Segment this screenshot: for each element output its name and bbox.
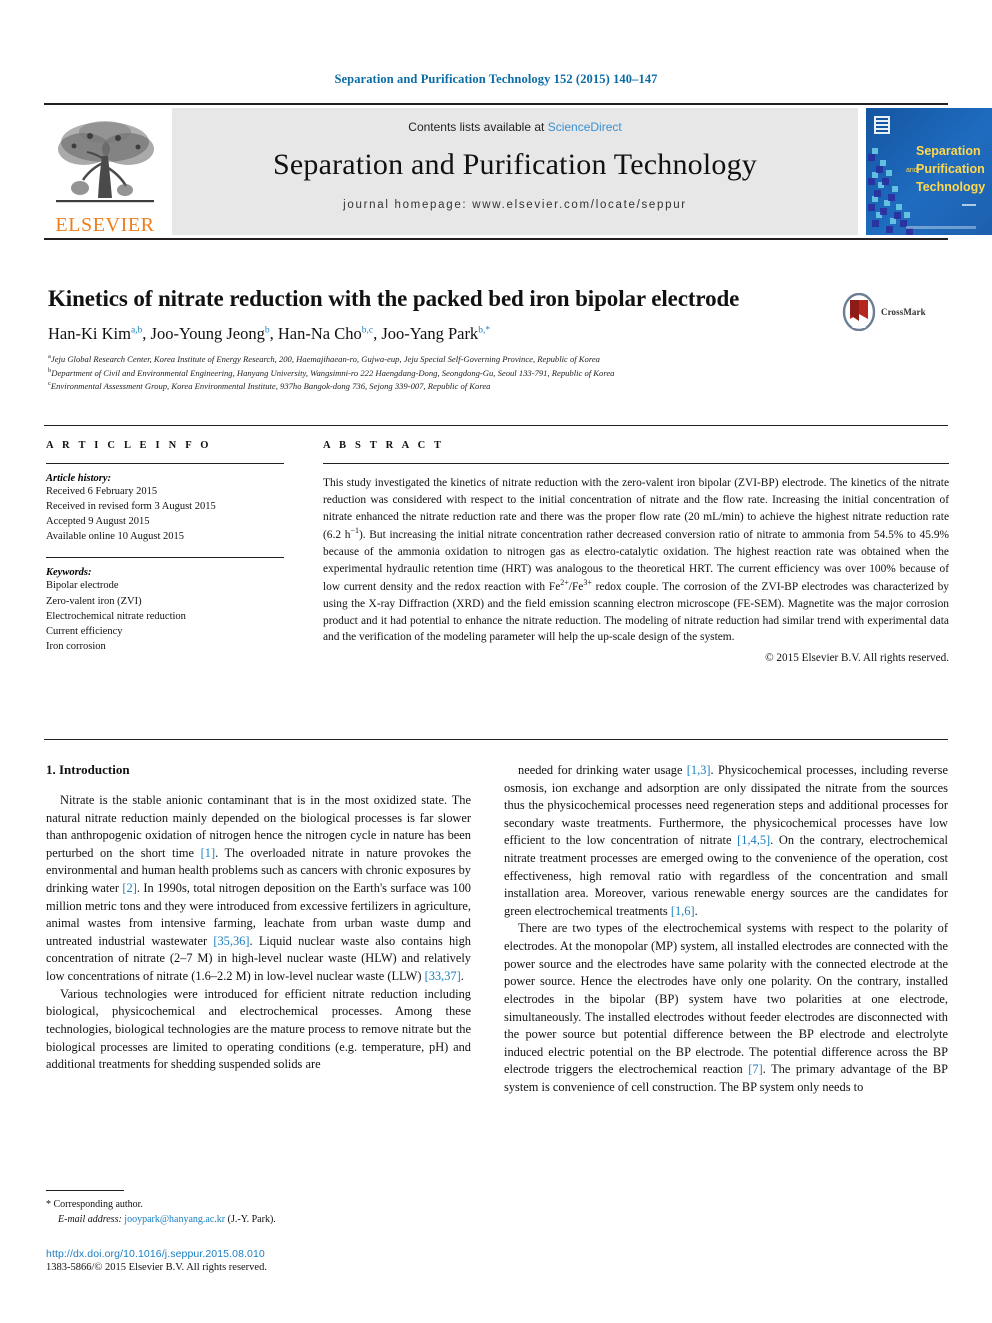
abstract-exponent-3: 3+ — [583, 578, 592, 588]
body-top-rule — [44, 739, 948, 740]
affiliation-list: aJeju Global Research Center, Korea Inst… — [48, 352, 948, 392]
elsevier-logo: ELSEVIER — [44, 108, 166, 235]
abstract-part-3: /Fe — [568, 581, 584, 594]
body-paragraph: Various technologies were introduced for… — [46, 986, 471, 1072]
journal-band: Contents lists available at ScienceDirec… — [172, 108, 858, 235]
body-paragraph: Nitrate is the stable anionic contaminan… — [46, 793, 472, 984]
abstract-heading: A B S T R A C T — [323, 440, 445, 451]
section-heading-introduction: 1. Introduction — [46, 762, 130, 777]
article-info-heading: A R T I C L E I N F O — [46, 440, 212, 451]
author-affil-mark: b — [264, 325, 270, 336]
keywords-rule — [46, 557, 284, 559]
article-history-label: Article history: — [46, 473, 112, 484]
crossmark-label: CrossMark — [881, 307, 926, 317]
citation-ref[interactable]: [1,6] — [671, 904, 695, 918]
keyword-item: Current efficiency — [46, 625, 123, 637]
footer-block: http://dx.doi.org/10.1016/j.seppur.2015.… — [46, 1248, 486, 1273]
keyword-item: Iron corrosion — [46, 640, 106, 652]
citation-ref[interactable]: [2] — [122, 881, 136, 895]
elsevier-wordmark: ELSEVIER — [55, 214, 155, 236]
citation-ref[interactable]: [7] — [748, 1062, 762, 1076]
crossmark-icon — [842, 293, 876, 331]
body-column-left: 1. Introduction Nitrate is the stable an… — [46, 762, 471, 1074]
article-info-section: A R T I C L E I N F O Article history: R… — [46, 440, 284, 654]
paper-page: Separation and Purification Technology 1… — [0, 0, 992, 1323]
citation-ref[interactable]: [35,36] — [213, 934, 249, 948]
affiliation-item: bDepartment of Civil and Environmental E… — [48, 366, 948, 379]
elsevier-tree-icon — [56, 121, 154, 203]
journal-masthead: ELSEVIER Contents lists available at Sci… — [44, 103, 992, 240]
abstract-exponent-2: 2+ — [560, 578, 569, 588]
cover-amp: and — [906, 167, 918, 174]
keyword-item: Zero-valent iron (ZVI) — [46, 595, 142, 607]
email-owner: (J.-Y. Park). — [227, 1213, 276, 1225]
email-link[interactable]: jooypark@hanyang.ac.kr — [124, 1214, 225, 1225]
keyword-item: Electrochemical nitrate reduction — [46, 610, 186, 622]
page-title: Kinetics of nitrate reduction with the p… — [48, 286, 740, 311]
affiliation-text: Jeju Global Research Center, Korea Insti… — [50, 354, 600, 365]
citation-ref[interactable]: [1,3] — [687, 763, 711, 777]
affiliation-text: Department of Civil and Environmental En… — [51, 367, 615, 378]
abstract-body: This study investigated the kinetics of … — [323, 475, 949, 646]
body-paragraph: needed for drinking water usage [1,3]. P… — [504, 763, 949, 918]
article-history-item: Accepted 9 August 2015 — [46, 516, 150, 528]
author-name: Joo-Yang Park — [381, 324, 479, 344]
author-name: Joo-Young Jeong — [150, 324, 265, 344]
citation-ref[interactable]: [1,4,5] — [737, 833, 770, 847]
journal-homepage-line[interactable]: journal homepage: www.elsevier.com/locat… — [343, 199, 687, 211]
affiliation-item: aJeju Global Research Center, Korea Inst… — [48, 352, 948, 365]
affiliation-text: Environmental Assessment Group, Korea En… — [50, 380, 491, 391]
author-affil-mark: b,c — [361, 325, 374, 336]
citation-ref[interactable]: [1] — [201, 846, 215, 860]
cover-title-1: Separation — [916, 144, 981, 158]
author-list: Han-Ki Kima,b, Joo-Young Jeongb, Han-Na … — [48, 324, 491, 344]
email-label: E-mail address: — [58, 1213, 122, 1225]
citation-ref[interactable]: [33,37] — [425, 969, 461, 983]
abstract-copyright: © 2015 Elsevier B.V. All rights reserved… — [765, 652, 949, 665]
contents-available-line: Contents lists available at ScienceDirec… — [408, 120, 621, 134]
body-column-right: needed for drinking water usage [1,3]. P… — [504, 762, 948, 1097]
sciencedirect-link[interactable]: ScienceDirect — [548, 120, 622, 134]
abstract-section: A B S T R A C T This study investigated … — [323, 440, 949, 664]
keywords-label: Keywords: — [46, 567, 92, 579]
running-head: Separation and Purification Technology 1… — [334, 72, 658, 86]
footnote-divider — [46, 1190, 124, 1191]
article-history-item: Received 6 February 2015 — [46, 486, 158, 497]
keyword-item: Bipolar electrode — [46, 580, 119, 592]
affiliation-item: cEnvironmental Assessment Group, Korea E… — [48, 379, 948, 392]
author-name: Han-Ki Kim — [48, 324, 131, 344]
doi-link[interactable]: http://dx.doi.org/10.1016/j.seppur.2015.… — [46, 1248, 486, 1260]
corresponding-author-text: Corresponding author. — [53, 1199, 143, 1210]
journal-title: Separation and Purification Technology — [273, 148, 757, 181]
body-paragraph: There are two types of the electrochemic… — [504, 921, 948, 1094]
journal-cover-image: Separation Purification Technology and — [866, 108, 992, 235]
info-top-rule — [44, 425, 948, 426]
footnote-block: * Corresponding author. E-mail address: … — [46, 1190, 471, 1227]
author-name: Han-Na Cho — [277, 324, 362, 344]
cover-title-2: Purification — [916, 162, 985, 176]
article-info-rule — [46, 463, 284, 464]
article-history-item: Available online 10 August 2015 — [46, 531, 185, 543]
corresponding-author-line: * Corresponding author. — [46, 1198, 471, 1213]
article-history-item: Received in revised form 3 August 2015 — [46, 501, 216, 513]
email-line: E-mail address: jooypark@hanyang.ac.kr (… — [46, 1213, 471, 1228]
cover-title-3: Technology — [916, 180, 985, 194]
crossmark-badge-group[interactable]: CrossMark — [842, 292, 946, 332]
journal-cover-thumbnail: Separation Purification Technology and — [866, 108, 992, 235]
author-affil-mark: a,b — [130, 325, 143, 336]
author-affil-mark: b,* — [478, 325, 491, 336]
contents-prefix: Contents lists available at — [408, 120, 548, 134]
abstract-exponent-1: −1 — [350, 526, 359, 536]
issn-copyright-line: 1383-5866/© 2015 Elsevier B.V. All right… — [46, 1262, 267, 1273]
corresponding-author-mark: * — [46, 1199, 51, 1210]
title-block: Kinetics of nitrate reduction with the p… — [48, 286, 948, 392]
abstract-rule — [323, 463, 949, 464]
